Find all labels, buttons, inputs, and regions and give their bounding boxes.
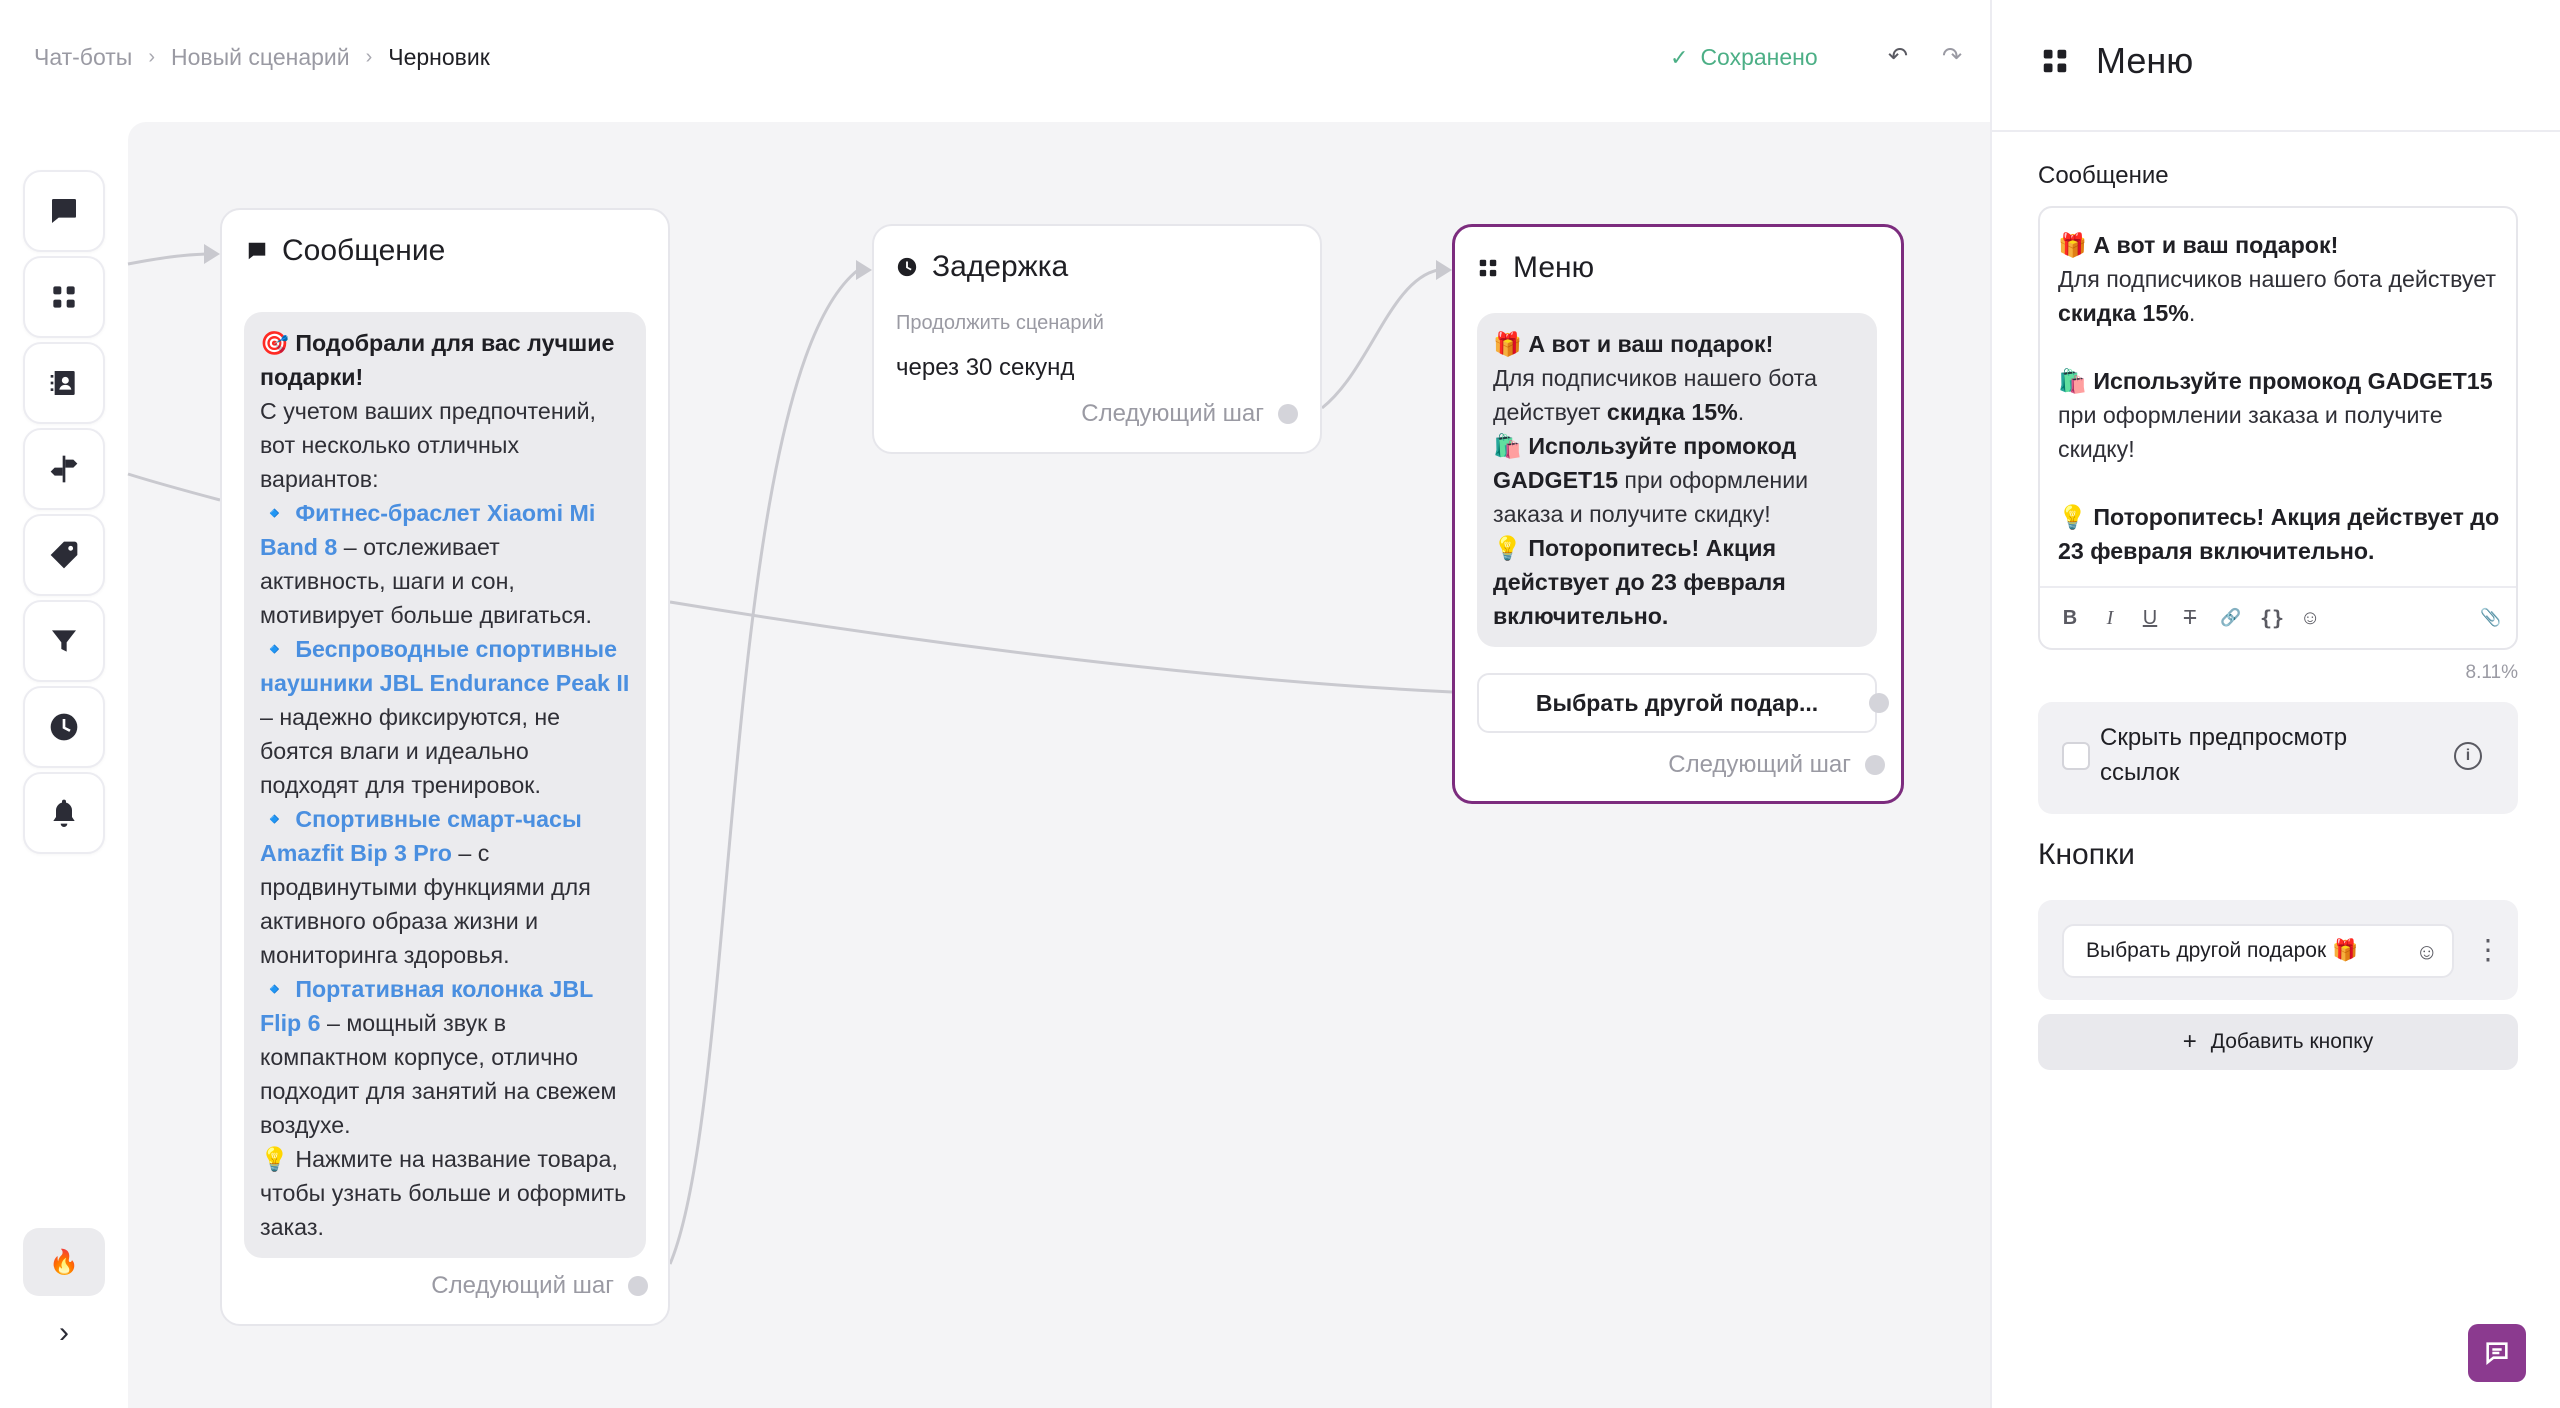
strikethrough-icon[interactable]: T <box>2180 607 2200 630</box>
saved-label: Сохранено <box>1700 44 1818 70</box>
info-icon[interactable]: i <box>2454 742 2482 770</box>
rail-tag-button[interactable] <box>23 514 105 596</box>
link-icon[interactable]: 🔗 <box>2220 608 2241 628</box>
redo-icon[interactable]: ↷ <box>1936 42 1968 71</box>
shopping-bag-icon: 🛍️ <box>1493 433 1522 459</box>
output-port[interactable] <box>1865 755 1885 775</box>
variable-icon[interactable]: {} <box>2260 606 2284 630</box>
panel-header: Меню <box>1992 0 2560 132</box>
delay-value: через 30 секунд <box>896 354 1075 381</box>
button-text-input[interactable]: Выбрать другой подарок 🎁 ☺ <box>2062 924 2454 978</box>
message-bubble: 🎯 Подобрали для вас лучшие подарки! С уч… <box>244 312 646 1258</box>
attach-icon[interactable]: 📎 <box>2480 608 2501 628</box>
menu-choice-button[interactable]: Выбрать другой подар... <box>1477 673 1889 733</box>
hide-preview-checkbox[interactable] <box>2062 742 2090 770</box>
breadcrumb-separator: › <box>148 46 156 68</box>
more-icon[interactable]: ⋮ <box>2474 932 2502 968</box>
format-toolbar: B I U T 🔗 {} ☺ 📎 <box>2040 586 2516 648</box>
shopping-bag-icon: 🛍️ <box>2058 368 2087 394</box>
diamond-icon: 🔹 <box>260 976 289 1002</box>
output-port[interactable] <box>1278 404 1298 424</box>
breadcrumb-current: Черновик <box>388 44 490 70</box>
rail-delay-button[interactable] <box>23 686 105 768</box>
target-icon: 🎯 <box>260 330 289 356</box>
rail-menu-button[interactable] <box>23 256 105 338</box>
properties-panel: Меню Сообщение 🎁 А вот и ваш подарок! Дл… <box>1990 0 2560 1408</box>
next-step: Следующий шаг <box>431 1272 648 1300</box>
button-row: Выбрать другой подарок 🎁 ☺ ⋮ <box>2038 900 2518 1000</box>
next-step: Следующий шаг <box>1081 400 1298 428</box>
clock-icon <box>897 257 917 277</box>
breadcrumb: Чат-боты › Новый сценарий › Черновик <box>34 44 490 71</box>
rail-filter-button[interactable] <box>23 600 105 682</box>
node-message[interactable]: Сообщение 🎯 Подобрали для вас лучшие под… <box>220 208 670 1326</box>
left-rail: 🔥 › <box>0 122 128 1408</box>
rail-split-button[interactable] <box>23 428 105 510</box>
grid-icon <box>53 286 75 308</box>
hide-preview-row: Скрыть предпросмотр ссылок i <box>2038 702 2518 814</box>
emoji-icon[interactable]: ☺ <box>2416 939 2438 965</box>
message-editor-text[interactable]: 🎁 А вот и ваш подарок! Для подписчиков н… <box>2058 228 2506 568</box>
node-delay[interactable]: Задержка Продолжить сценарий через 30 се… <box>872 224 1322 454</box>
menu-bubble: 🎁 А вот и ваш подарок! Для подписчиков н… <box>1477 313 1877 647</box>
bulb-icon: 💡 <box>260 1146 289 1172</box>
diamond-icon: 🔹 <box>260 636 289 662</box>
bulb-icon: 💡 <box>1493 535 1522 561</box>
bell-icon <box>53 799 75 827</box>
signpost-icon <box>50 455 78 483</box>
tag-icon <box>50 541 78 569</box>
char-usage: 8.11% <box>2465 662 2518 683</box>
message-editor[interactable]: 🎁 А вот и ваш подарок! Для подписчиков н… <box>2038 206 2518 650</box>
saved-status: ✓ Сохранено <box>1670 44 1818 71</box>
undo-icon[interactable]: ↶ <box>1882 42 1914 71</box>
chat-icon <box>2486 1342 2508 1366</box>
filter-icon <box>52 630 76 652</box>
message-label: Сообщение <box>2038 162 2169 189</box>
panel-title: Меню <box>2040 40 2193 82</box>
clock-icon <box>50 713 78 741</box>
support-chat-button[interactable] <box>2468 1324 2526 1382</box>
product-link[interactable]: Беспроводные спортивные наушники JBL End… <box>260 636 629 696</box>
delay-label: Продолжить сценарий <box>896 312 1104 334</box>
rail-notify-button[interactable] <box>23 772 105 854</box>
node-menu[interactable]: Меню 🎁 А вот и ваш подарок! Для подписчи… <box>1452 224 1904 804</box>
emoji-icon[interactable]: ☺ <box>2300 607 2320 630</box>
product-link[interactable]: Спортивные смарт-часы Amazfit Bip 3 Pro <box>260 806 582 866</box>
diamond-icon: 🔹 <box>260 500 289 526</box>
breadcrumb-separator: › <box>365 46 373 68</box>
chevron-right-icon[interactable]: › <box>48 1316 80 1350</box>
node-title: Сообщение <box>246 234 445 268</box>
italic-icon[interactable]: I <box>2100 607 2120 630</box>
bulb-icon: 💡 <box>2058 504 2087 530</box>
underline-icon[interactable]: U <box>2140 607 2160 630</box>
node-title: Меню <box>1477 251 1594 285</box>
output-port[interactable] <box>628 1276 648 1296</box>
grid-icon <box>1479 259 1497 277</box>
breadcrumb-new-scenario[interactable]: Новый сценарий <box>171 44 350 71</box>
hide-preview-label: Скрыть предпросмотр ссылок <box>2100 724 2348 786</box>
diamond-icon: 🔹 <box>260 806 289 832</box>
rail-chat-button[interactable] <box>23 170 105 252</box>
breadcrumb-chat-bots[interactable]: Чат-боты <box>34 44 132 71</box>
gift-icon: 🎁 <box>2058 232 2087 258</box>
grid-icon <box>2043 49 2067 73</box>
top-bar: Чат-боты › Новый сценарий › Черновик ✓ С… <box>0 0 1990 122</box>
plus-icon: + <box>2182 1028 2197 1055</box>
buttons-title: Кнопки <box>2038 838 2135 871</box>
bold-icon[interactable]: B <box>2060 607 2080 630</box>
rail-fire-button[interactable]: 🔥 <box>23 1228 105 1296</box>
message-icon <box>248 242 266 260</box>
next-step: Следующий шаг <box>1668 751 1885 779</box>
chat-icon <box>52 199 76 223</box>
rail-contacts-button[interactable] <box>23 342 105 424</box>
output-port[interactable] <box>1869 693 1889 713</box>
add-button-button[interactable]: + Добавить кнопку <box>2038 1014 2518 1070</box>
gift-icon: 🎁 <box>1493 331 1522 357</box>
contacts-icon <box>50 371 75 395</box>
node-title: Задержка <box>896 250 1068 284</box>
check-icon: ✓ <box>1670 44 1689 70</box>
